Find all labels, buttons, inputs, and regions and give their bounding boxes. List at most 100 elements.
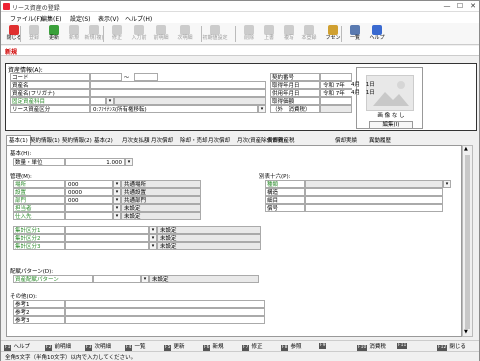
scroll-down-icon[interactable]: ▼	[464, 329, 468, 335]
fkey-f8[interactable]: F8 参照	[281, 342, 301, 351]
image-edit-button[interactable]: 編集(I)	[369, 121, 413, 129]
toolbar-edit-button[interactable]: 修正	[107, 24, 127, 44]
allocation-code-field[interactable]	[93, 275, 141, 283]
in-use-date-field[interactable]: 令和 7年	[320, 89, 352, 97]
agg-dropdown[interactable]: ▾	[149, 226, 157, 234]
fixed-asset-field[interactable]	[90, 97, 106, 105]
scroll-thumb[interactable]	[465, 155, 470, 329]
fkey-f3[interactable]: F3 次明細	[85, 342, 111, 351]
basic-header: 基本(H):	[10, 151, 32, 157]
tab-3[interactable]: 契約情報(2)	[62, 136, 92, 144]
agg-dropdown[interactable]: ▾	[149, 234, 157, 242]
agg-code-field[interactable]	[65, 226, 149, 234]
tab-5[interactable]: 月次支払額	[122, 136, 150, 144]
asset-name-field[interactable]	[90, 81, 266, 89]
mgmt-dropdown[interactable]: ▾	[113, 212, 121, 220]
mgmt-code-field[interactable]	[65, 212, 113, 220]
table16-dropdown[interactable]: ▾	[443, 180, 451, 188]
main-window: リース資産の登録 — ☐ ✕ ファイル(F) 編集(E) 設定(S) 表示(V)…	[0, 0, 480, 361]
tab-2[interactable]: 契約情報(1)	[30, 136, 60, 144]
close-window-button[interactable]: ✕	[467, 2, 479, 11]
fkey-f11[interactable]: F11	[397, 342, 409, 349]
mgmt-dropdown[interactable]: ▾	[113, 204, 121, 212]
fkey-f1[interactable]: F1 ヘルプ	[4, 342, 30, 351]
table16-field[interactable]	[305, 180, 443, 188]
menu-view[interactable]: 表示(V)	[98, 14, 119, 23]
asset-info-panel: 資産情報(A): コード 〜 資産名 資産名(フリガナ) 固定資産科目 ▾ リー…	[5, 63, 477, 131]
vertical-scrollbar[interactable]: ▲ ▼	[462, 145, 473, 337]
menu-edit[interactable]: 編集(E)	[41, 14, 61, 23]
fkey-f7[interactable]: F7 修正	[242, 342, 262, 351]
mgmt-code-field[interactable]: 000	[65, 196, 113, 204]
unit-dropdown[interactable]: ▾	[125, 158, 133, 166]
fixed-asset-dropdown[interactable]: ▾	[106, 97, 114, 105]
mgmt-name: 未設定	[121, 204, 201, 212]
asset-kana-field[interactable]	[90, 89, 266, 97]
menu-help[interactable]: ヘルプ(H)	[125, 14, 152, 23]
toolbar-before-input-button[interactable]: 入力前	[129, 24, 149, 44]
mgmt-dropdown[interactable]: ▾	[113, 188, 121, 196]
mgmt-dropdown[interactable]: ▾	[113, 196, 121, 204]
tab-11[interactable]: 償却実績	[335, 136, 357, 144]
tab-6[interactable]: 月次償却	[151, 136, 173, 144]
fkey-f9[interactable]: F9	[319, 342, 328, 349]
lease-category-select[interactable]: 0:ﾌｧｲﾅﾝｽ(所有権移転)	[90, 105, 258, 113]
agg-code-field[interactable]	[65, 234, 149, 242]
acquired-date-field[interactable]: 令和 7年	[320, 81, 352, 89]
menu-file[interactable]: ファイル(F)	[10, 14, 42, 23]
toolbar-sticky-note-button[interactable]: フセン	[323, 24, 343, 44]
fixed-asset-name	[114, 97, 266, 105]
tab-4[interactable]: 基本(2)	[94, 136, 113, 144]
acq-value-field[interactable]	[320, 97, 352, 105]
mgmt-code-field[interactable]	[65, 204, 113, 212]
menu-settings[interactable]: 設定(S)	[70, 14, 91, 23]
delete-icon	[244, 25, 254, 35]
app-icon	[3, 3, 10, 10]
new-copy-icon	[89, 25, 99, 35]
other-label: 参考3	[13, 316, 65, 324]
maximize-button[interactable]: ☐	[454, 2, 466, 11]
code-field-sub[interactable]	[134, 73, 158, 81]
fkey-f6[interactable]: F6 新規	[203, 342, 223, 351]
qty-field[interactable]: 1.000	[65, 158, 125, 166]
lease-category-dropdown-icon[interactable]: ▾	[258, 105, 266, 113]
fkey-f2[interactable]: F2 前明細	[45, 342, 71, 351]
toolbar-prev-detail-button[interactable]: 前明細	[151, 24, 171, 44]
in-use-date-parts[interactable]: 4月 1日	[351, 88, 437, 96]
table16-field[interactable]	[305, 188, 443, 196]
minimize-button[interactable]: —	[441, 2, 453, 11]
tab-8[interactable]: 月次償却	[208, 136, 230, 144]
code-field[interactable]	[90, 73, 122, 81]
in-use-month: 4月	[351, 90, 360, 96]
tab-content: 基本(H): 数量・単位 1.000 ▾ 管理(M): 別表十六(P): 配賦パ…	[6, 145, 462, 337]
toolbar-list-button[interactable]: 一覧	[345, 24, 365, 44]
fkey-f5[interactable]: F5 更新	[164, 342, 184, 351]
toolbar-next-detail-button[interactable]: 次明細	[175, 24, 195, 44]
tab-1[interactable]: 基本(1)	[6, 135, 31, 145]
contract-no-field[interactable]	[320, 73, 352, 81]
fkey-f4[interactable]: F4 一覧	[125, 342, 145, 351]
agg-code-field[interactable]	[65, 242, 149, 250]
scroll-up-icon[interactable]: ▲	[464, 146, 468, 152]
other-field[interactable]	[65, 308, 265, 316]
acquired-date-parts[interactable]: 4月 1日	[351, 80, 437, 88]
table16-field[interactable]	[305, 196, 443, 204]
agg-dropdown[interactable]: ▾	[149, 242, 157, 250]
other-field[interactable]	[65, 316, 265, 324]
tab-12[interactable]: 異動履歴	[369, 136, 391, 144]
mgmt-code-field[interactable]: 000	[65, 180, 113, 188]
table16-field[interactable]	[305, 204, 443, 212]
tab-7[interactable]: 除却・売却	[180, 136, 208, 144]
fkey-f12[interactable]: F12 閉じる	[437, 342, 466, 351]
fkey-f10[interactable]: F10 消費税	[357, 342, 386, 351]
allocation-dropdown[interactable]: ▾	[141, 275, 149, 283]
mgmt-label: 場所	[13, 180, 65, 188]
toolbar-new-copy-button[interactable]: 新規(複)	[84, 24, 104, 44]
toolbar-main-register-button[interactable]: 本登録	[299, 24, 319, 44]
other-field[interactable]	[65, 300, 265, 308]
mgmt-dropdown[interactable]: ▾	[113, 180, 121, 188]
toolbar-help-button[interactable]: ヘルプ	[367, 24, 387, 44]
toolbar-initial-settings-button[interactable]: 初期値設定	[202, 24, 228, 44]
tab-10[interactable]: 償却資産税	[267, 136, 295, 144]
mgmt-code-field[interactable]: 0000	[65, 188, 113, 196]
